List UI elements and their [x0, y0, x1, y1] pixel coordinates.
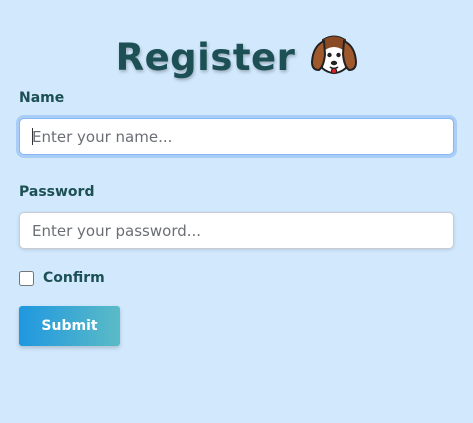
password-label: Password [19, 184, 95, 200]
name-input[interactable] [19, 118, 454, 155]
password-input[interactable] [19, 212, 454, 249]
page-title: Register [115, 35, 296, 79]
register-form: Register Name Pas [0, 0, 473, 423]
submit-button[interactable]: Submit [19, 306, 120, 346]
confirm-checkbox[interactable] [19, 270, 34, 286]
confirm-label[interactable]: Confirm [43, 270, 105, 286]
confirm-row: Confirm [19, 268, 105, 288]
text-caret [32, 128, 33, 145]
title-row: Register [0, 30, 473, 84]
name-label: Name [19, 90, 65, 106]
dog-face-icon [309, 32, 359, 82]
